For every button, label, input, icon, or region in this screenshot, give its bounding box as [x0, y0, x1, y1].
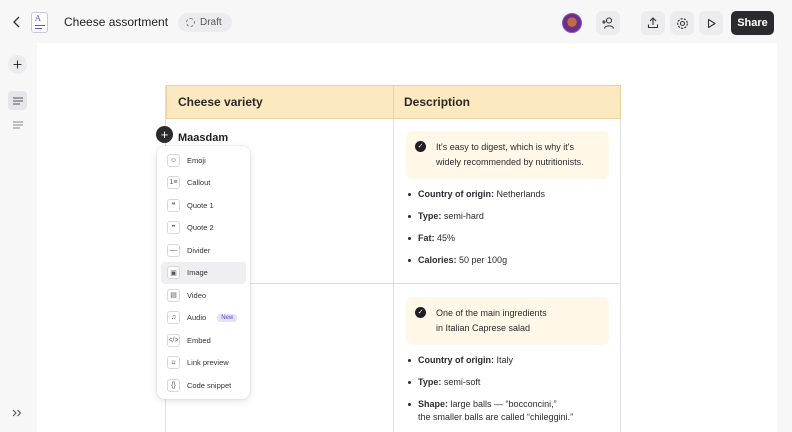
- callout-icon: 1≡: [167, 176, 180, 190]
- add-collaborator-button[interactable]: [596, 11, 620, 35]
- callout-text: One of the main ingredients: [436, 308, 547, 318]
- list-item[interactable]: Type: semi-hard: [406, 210, 616, 232]
- menu-item-audio[interactable]: ♫ Audio New: [161, 307, 246, 330]
- fact-label: Country of origin:: [418, 355, 494, 365]
- menu-item-embed[interactable]: </> Embed: [161, 329, 246, 352]
- page-outline-button-2[interactable]: [8, 115, 27, 134]
- back-chevron-icon[interactable]: [10, 15, 24, 29]
- lines-icon: [12, 97, 23, 104]
- list-item[interactable]: Country of origin: Italy: [406, 354, 616, 376]
- settings-button[interactable]: [670, 11, 694, 35]
- add-page-button[interactable]: [8, 55, 27, 74]
- cheese-name[interactable]: Maasdam: [178, 132, 228, 144]
- fact-label: Fat:: [418, 233, 435, 243]
- plus-icon: +: [160, 127, 169, 142]
- menu-item-quote-1[interactable]: ❝ Quote 1: [161, 194, 246, 217]
- audio-icon: ♫: [167, 311, 180, 325]
- share-button[interactable]: Share: [731, 11, 774, 35]
- menu-item-emoji[interactable]: ☺ Emoji: [161, 149, 246, 172]
- menu-item-label: Image: [187, 268, 208, 278]
- fact-value: semi-hard: [443, 211, 484, 221]
- menu-item-divider[interactable]: — Divider: [161, 239, 246, 262]
- embed-icon: </>: [167, 333, 180, 347]
- fact-value: 45%: [437, 233, 456, 243]
- gear-icon: [676, 17, 688, 29]
- code-icon: {}: [167, 378, 180, 392]
- add-user-icon: [602, 17, 615, 29]
- fact-label: Type:: [418, 211, 442, 221]
- menu-item-quote-2[interactable]: ❞ Quote 2: [161, 217, 246, 240]
- callout-block[interactable]: ✓ It's easy to digest, which is why it's…: [406, 131, 609, 179]
- fact-value: Netherlands: [496, 189, 546, 199]
- video-icon: ▤: [167, 288, 180, 302]
- menu-item-label: Embed: [187, 335, 211, 345]
- document-icon: A: [31, 12, 48, 33]
- insert-block-button[interactable]: +: [156, 126, 173, 143]
- export-button[interactable]: [641, 11, 665, 35]
- table-header-cell[interactable]: Cheese variety: [167, 86, 394, 118]
- list-item[interactable]: Fat: 45%: [406, 232, 616, 254]
- menu-item-callout[interactable]: 1≡ Callout: [161, 172, 246, 195]
- menu-item-label: Divider: [187, 245, 211, 255]
- menu-item-link-preview[interactable]: ⌑ Link preview: [161, 352, 246, 375]
- check-circle-icon: ✓: [415, 307, 426, 318]
- menu-item-label: Quote 1: [187, 200, 214, 210]
- new-badge: New: [217, 313, 238, 322]
- double-chevron-right-icon: [12, 409, 22, 417]
- preview-button[interactable]: [699, 11, 723, 35]
- play-icon: [707, 18, 716, 28]
- menu-item-label: Emoji: [187, 155, 206, 165]
- fact-value: Italy: [496, 355, 514, 365]
- top-bar: A Cheese assortment Draft Share: [0, 0, 792, 44]
- upload-icon: [647, 17, 659, 29]
- callout-text: in Italian Caprese salad: [436, 323, 531, 333]
- menu-item-label: Quote 2: [187, 223, 214, 233]
- fact-label: Calories:: [418, 255, 457, 265]
- callout-text: widely recommended by nutritionists.: [436, 157, 584, 167]
- emoji-icon: ☺: [167, 153, 180, 167]
- quote-alt-icon: ❞: [167, 221, 180, 235]
- divider-icon: —: [167, 243, 180, 257]
- plus-icon: [13, 60, 22, 69]
- insert-block-menu: ☺ Emoji 1≡ Callout ❝ Quote 1 ❞ Quote 2 — Divi…: [157, 146, 250, 399]
- page-title[interactable]: Cheese assortment: [64, 15, 168, 29]
- callout-block[interactable]: ✓ One of the main ingredients in Italian…: [406, 297, 609, 345]
- fact-value: 50 per 100g: [459, 255, 508, 265]
- list-item[interactable]: Country of origin: Netherlands: [406, 188, 616, 210]
- menu-item-label: Link preview: [187, 358, 229, 368]
- expand-sidebar-button[interactable]: [10, 406, 24, 420]
- status-badge: Draft: [178, 13, 232, 32]
- table-header-row: Cheese variety Description: [166, 85, 621, 119]
- image-icon: ▣: [167, 266, 180, 280]
- facts-list: Country of origin: Netherlands Type: sem…: [406, 188, 616, 276]
- menu-item-label: Audio: [187, 313, 207, 323]
- menu-item-label: Video: [187, 290, 207, 300]
- menu-item-code-snippet[interactable]: {} Code snippet: [161, 374, 246, 397]
- status-label: Draft: [200, 17, 222, 28]
- bookmark-icon: ⌑: [167, 356, 180, 370]
- fact-label: Type:: [418, 377, 442, 387]
- lines-icon: [12, 121, 23, 128]
- page-outline-button[interactable]: [8, 91, 27, 110]
- list-item[interactable]: Shape: large balls — “bocconcini,” the sm…: [406, 398, 616, 428]
- avatar[interactable]: [562, 13, 582, 33]
- menu-item-label: Callout: [187, 178, 211, 188]
- fact-label: Shape:: [418, 399, 449, 409]
- callout-text: It's easy to digest, which is why it's: [436, 142, 574, 152]
- draft-status-icon: [186, 18, 195, 27]
- column-divider: [393, 119, 394, 432]
- fact-value: the smaller balls are called “chileggini…: [418, 412, 574, 422]
- check-circle-icon: ✓: [415, 141, 426, 152]
- quote-icon: ❝: [167, 198, 180, 212]
- list-item[interactable]: Calories: 50 per 100g: [406, 254, 616, 276]
- menu-item-image[interactable]: ▣ Image: [161, 261, 246, 284]
- list-item[interactable]: Type: semi-soft: [406, 376, 616, 398]
- fact-label: Country of origin:: [418, 189, 494, 199]
- menu-item-label: Code snippet: [187, 380, 232, 390]
- fact-value: semi-soft: [443, 377, 481, 387]
- menu-item-video[interactable]: ▤ Video: [161, 284, 246, 307]
- table-header-cell[interactable]: Description: [394, 86, 470, 118]
- facts-list: Country of origin: Italy Type: semi-soft…: [406, 354, 616, 428]
- fact-value: large balls — “bocconcini,”: [450, 399, 557, 409]
